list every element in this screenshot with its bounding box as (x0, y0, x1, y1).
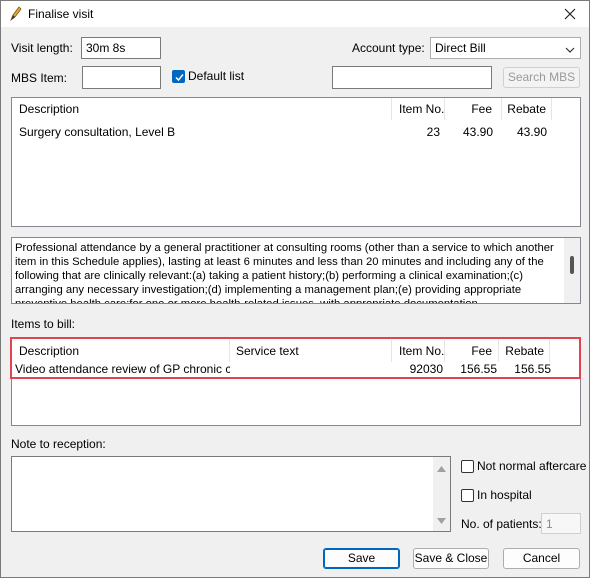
column-header-rebate[interactable]: Rebate (502, 98, 552, 120)
save-and-close-button[interactable]: Save & Close (413, 548, 489, 569)
save-button[interactable]: Save (323, 548, 400, 569)
column-header-item-no[interactable]: Item No. (392, 340, 445, 362)
row-item-no: 23 (426, 125, 440, 139)
in-hospital-checkbox[interactable]: In hospital (461, 488, 532, 502)
table-row[interactable]: Video attendance review of GP chronic co… (12, 360, 580, 378)
row-item-no: 92030 (409, 362, 443, 376)
row-description: Surgery consultation, Level B (19, 125, 176, 139)
default-list-label: Default list (188, 69, 245, 83)
note-to-reception-label: Note to reception: (11, 437, 106, 451)
items-to-bill-label: Items to bill: (11, 317, 76, 331)
column-header-fee[interactable]: Fee (445, 340, 499, 362)
app-pen-icon (9, 6, 23, 22)
visit-length-field[interactable]: 30m 8s (81, 37, 161, 59)
row-fee: 156.55 (460, 362, 497, 376)
description-scrollbar[interactable] (564, 238, 580, 303)
item-description-box[interactable]: Professional attendance by a general pra… (11, 237, 581, 304)
items-to-bill-table[interactable]: Description Service text Item No. Fee Re… (11, 337, 581, 426)
row-service-text (236, 360, 386, 378)
mbs-item-field[interactable] (82, 66, 161, 89)
account-type-label: Account type: (352, 41, 425, 55)
checkbox-unchecked-icon (461, 459, 474, 473)
not-normal-aftercare-checkbox[interactable]: Not normal aftercare (461, 459, 586, 473)
item-description-text: Professional attendance by a general pra… (15, 242, 554, 304)
scroll-thumb[interactable] (570, 256, 574, 274)
note-scrollbar[interactable] (433, 457, 450, 531)
note-to-reception-field[interactable] (11, 456, 451, 532)
search-mbs-button[interactable]: Search MBS (503, 67, 580, 88)
scroll-down-icon[interactable] (437, 513, 446, 527)
not-normal-aftercare-label: Not normal aftercare (477, 459, 587, 473)
in-hospital-label: In hospital (477, 488, 532, 502)
visit-length-label: Visit length: (11, 41, 73, 55)
checkbox-checked-icon (172, 69, 185, 83)
row-fee: 43.90 (462, 125, 493, 139)
mbs-item-label: MBS Item: (11, 71, 68, 85)
column-header-description[interactable]: Description (12, 98, 392, 120)
scroll-up-icon[interactable] (437, 461, 446, 475)
account-type-select[interactable]: Direct Bill (430, 37, 581, 59)
patients-count-field[interactable]: 1 (541, 513, 581, 534)
row-description: Video attendance review of GP chronic co… (15, 362, 230, 376)
close-icon[interactable] (555, 2, 585, 26)
account-type-value: Direct Bill (435, 41, 486, 55)
chevron-down-icon (565, 43, 575, 57)
mbs-table-header: Description Item No. Fee Rebate (12, 98, 580, 120)
mbs-items-table[interactable]: Description Item No. Fee Rebate Surgery … (11, 97, 581, 227)
patients-count-label: No. of patients: (461, 517, 542, 531)
row-rebate: 43.90 (516, 125, 547, 139)
window-title: Finalise visit (28, 7, 94, 21)
default-list-checkbox[interactable]: Default list (172, 69, 244, 83)
mbs-search-input[interactable] (332, 66, 492, 89)
title-bar: Finalise visit (1, 1, 589, 27)
table-row[interactable]: Surgery consultation, Level B 23 43.90 4… (12, 123, 580, 141)
finalise-visit-dialog: Finalise visit Visit length: 30m 8s Acco… (0, 0, 590, 578)
column-header-rebate[interactable]: Rebate (499, 340, 550, 362)
column-header-item-no[interactable]: Item No. (392, 98, 445, 120)
column-header-description[interactable]: Description (12, 340, 230, 362)
cancel-button[interactable]: Cancel (503, 548, 580, 569)
row-rebate: 156.55 (514, 362, 551, 376)
column-header-fee[interactable]: Fee (445, 98, 502, 120)
column-header-service-text[interactable]: Service text (230, 340, 392, 362)
checkbox-unchecked-icon (461, 488, 474, 502)
bill-table-header: Description Service text Item No. Fee Re… (12, 340, 580, 362)
